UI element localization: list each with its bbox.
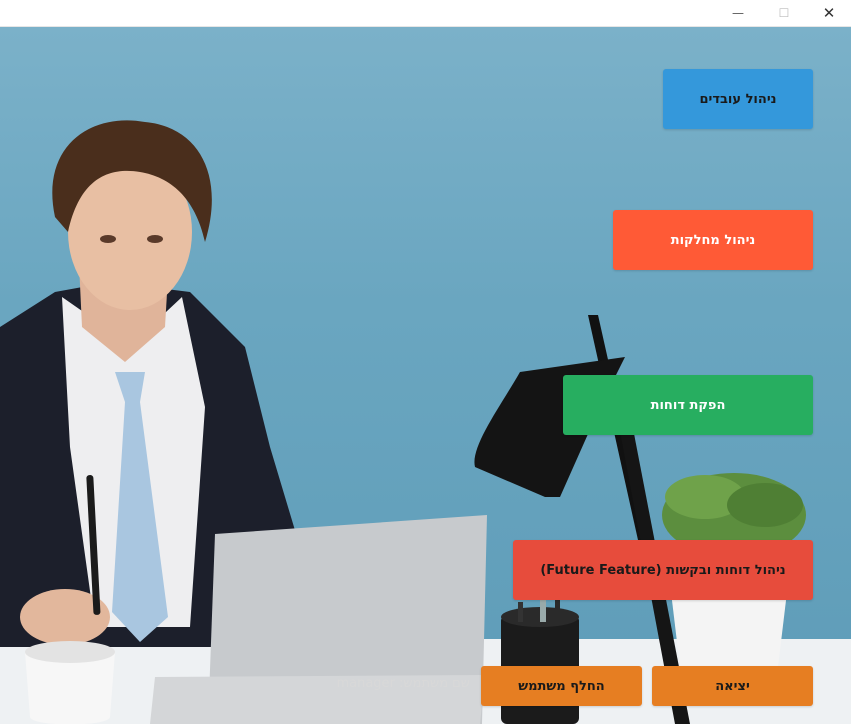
minimize-icon: — [732, 6, 744, 20]
maximize-icon: ☐ [778, 6, 790, 20]
switch-user-button[interactable]: החלף משתמש [481, 666, 642, 706]
close-icon: ✕ [822, 4, 836, 22]
man-eye-left [100, 235, 116, 243]
minimize-button[interactable]: — [715, 0, 761, 26]
title-bar: — ☐ ✕ [0, 0, 851, 27]
manage-departments-button[interactable]: ניהול מחלקות [613, 210, 813, 270]
man-eye-right [147, 235, 163, 243]
username-label: שם משתמש: manager [336, 676, 470, 691]
generate-reports-button[interactable]: הפקת דוחות [563, 375, 813, 435]
app-window: — ☐ ✕ ניהול עובדים ניהול מחלקות הפקת דוח… [0, 0, 851, 724]
manage-reports-requests-button[interactable]: ניהול דוחות ובקשות (Future Feature) [513, 540, 813, 600]
manage-employees-button[interactable]: ניהול עובדים [663, 69, 813, 129]
close-button[interactable]: ✕ [806, 0, 851, 26]
exit-button[interactable]: יציאה [652, 666, 813, 706]
maximize-button[interactable]: ☐ [761, 0, 807, 26]
